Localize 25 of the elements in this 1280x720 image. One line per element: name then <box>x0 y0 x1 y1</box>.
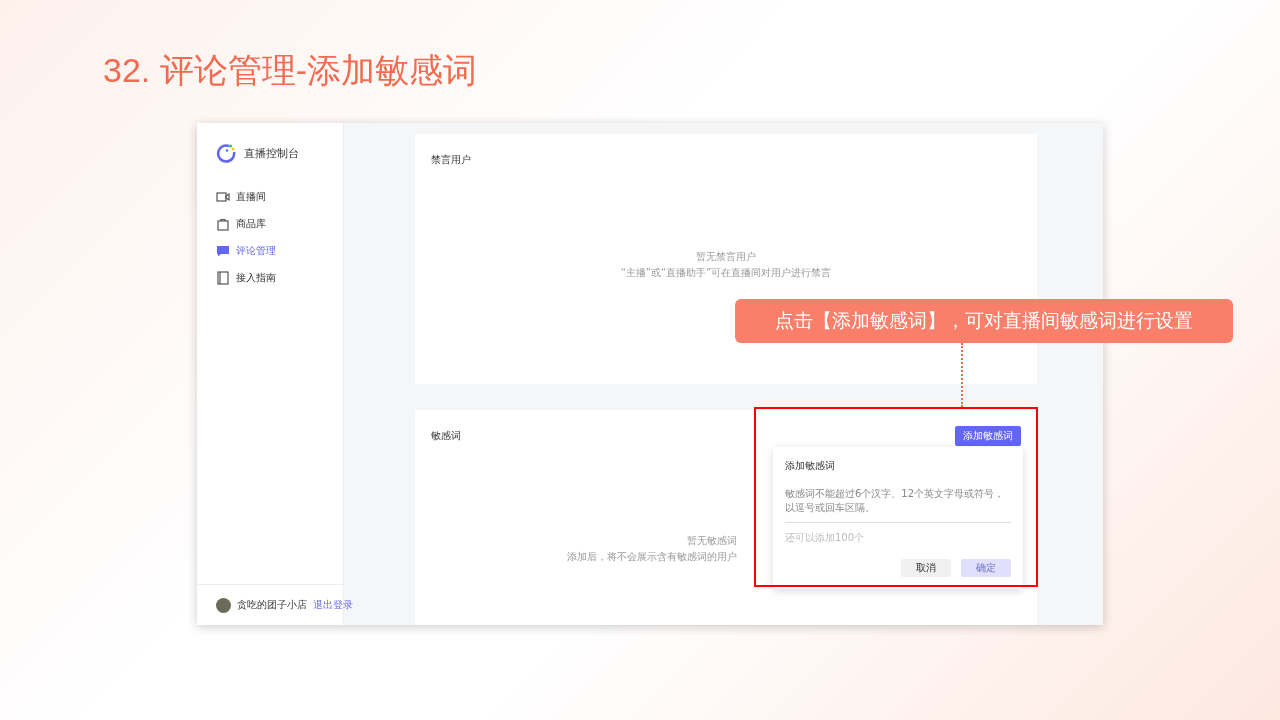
empty-title: 暂无禁言用户 <box>696 250 756 264</box>
cancel-button[interactable]: 取消 <box>901 559 951 577</box>
book-icon <box>216 271 230 285</box>
nav-item[interactable]: 评论管理 <box>216 241 343 261</box>
nav-item[interactable]: 直播间 <box>216 187 343 207</box>
logout-link[interactable]: 退出登录 <box>313 598 353 612</box>
nav-item[interactable]: 接入指南 <box>216 268 343 288</box>
empty-hint: 添加后，将不会展示含有敏感词的用户 <box>567 550 737 564</box>
bag-icon <box>216 217 230 231</box>
slide-title: 32. 评论管理-添加敏感词 <box>103 50 479 91</box>
nav-item[interactable]: 商品库 <box>216 214 343 234</box>
callout: 点击【添加敏感词】，可对直播间敏感词进行设置 <box>735 299 1233 343</box>
brand-name: 直播控制台 <box>244 145 299 161</box>
shop-name: 贪吃的团子小店 <box>237 598 307 612</box>
card-title: 禁言用户 <box>431 153 471 167</box>
word-input-field[interactable]: 敏感词不能超过6个汉字、12个英文字母或符号，以逗号或回车区隔。 <box>785 487 1011 523</box>
logo-icon <box>216 143 236 163</box>
video-icon <box>216 190 230 204</box>
avatar <box>216 597 231 613</box>
dialog-title: 添加敏感词 <box>785 459 836 473</box>
add-word-button[interactable]: 添加敏感词 <box>955 426 1021 446</box>
empty-hint: “主播”或“直播助手”可在直播间对用户进行禁言 <box>620 266 832 280</box>
card-title: 敏感词 <box>431 429 461 443</box>
chat-icon <box>216 244 230 258</box>
empty-title: 暂无敏感词 <box>687 534 737 548</box>
